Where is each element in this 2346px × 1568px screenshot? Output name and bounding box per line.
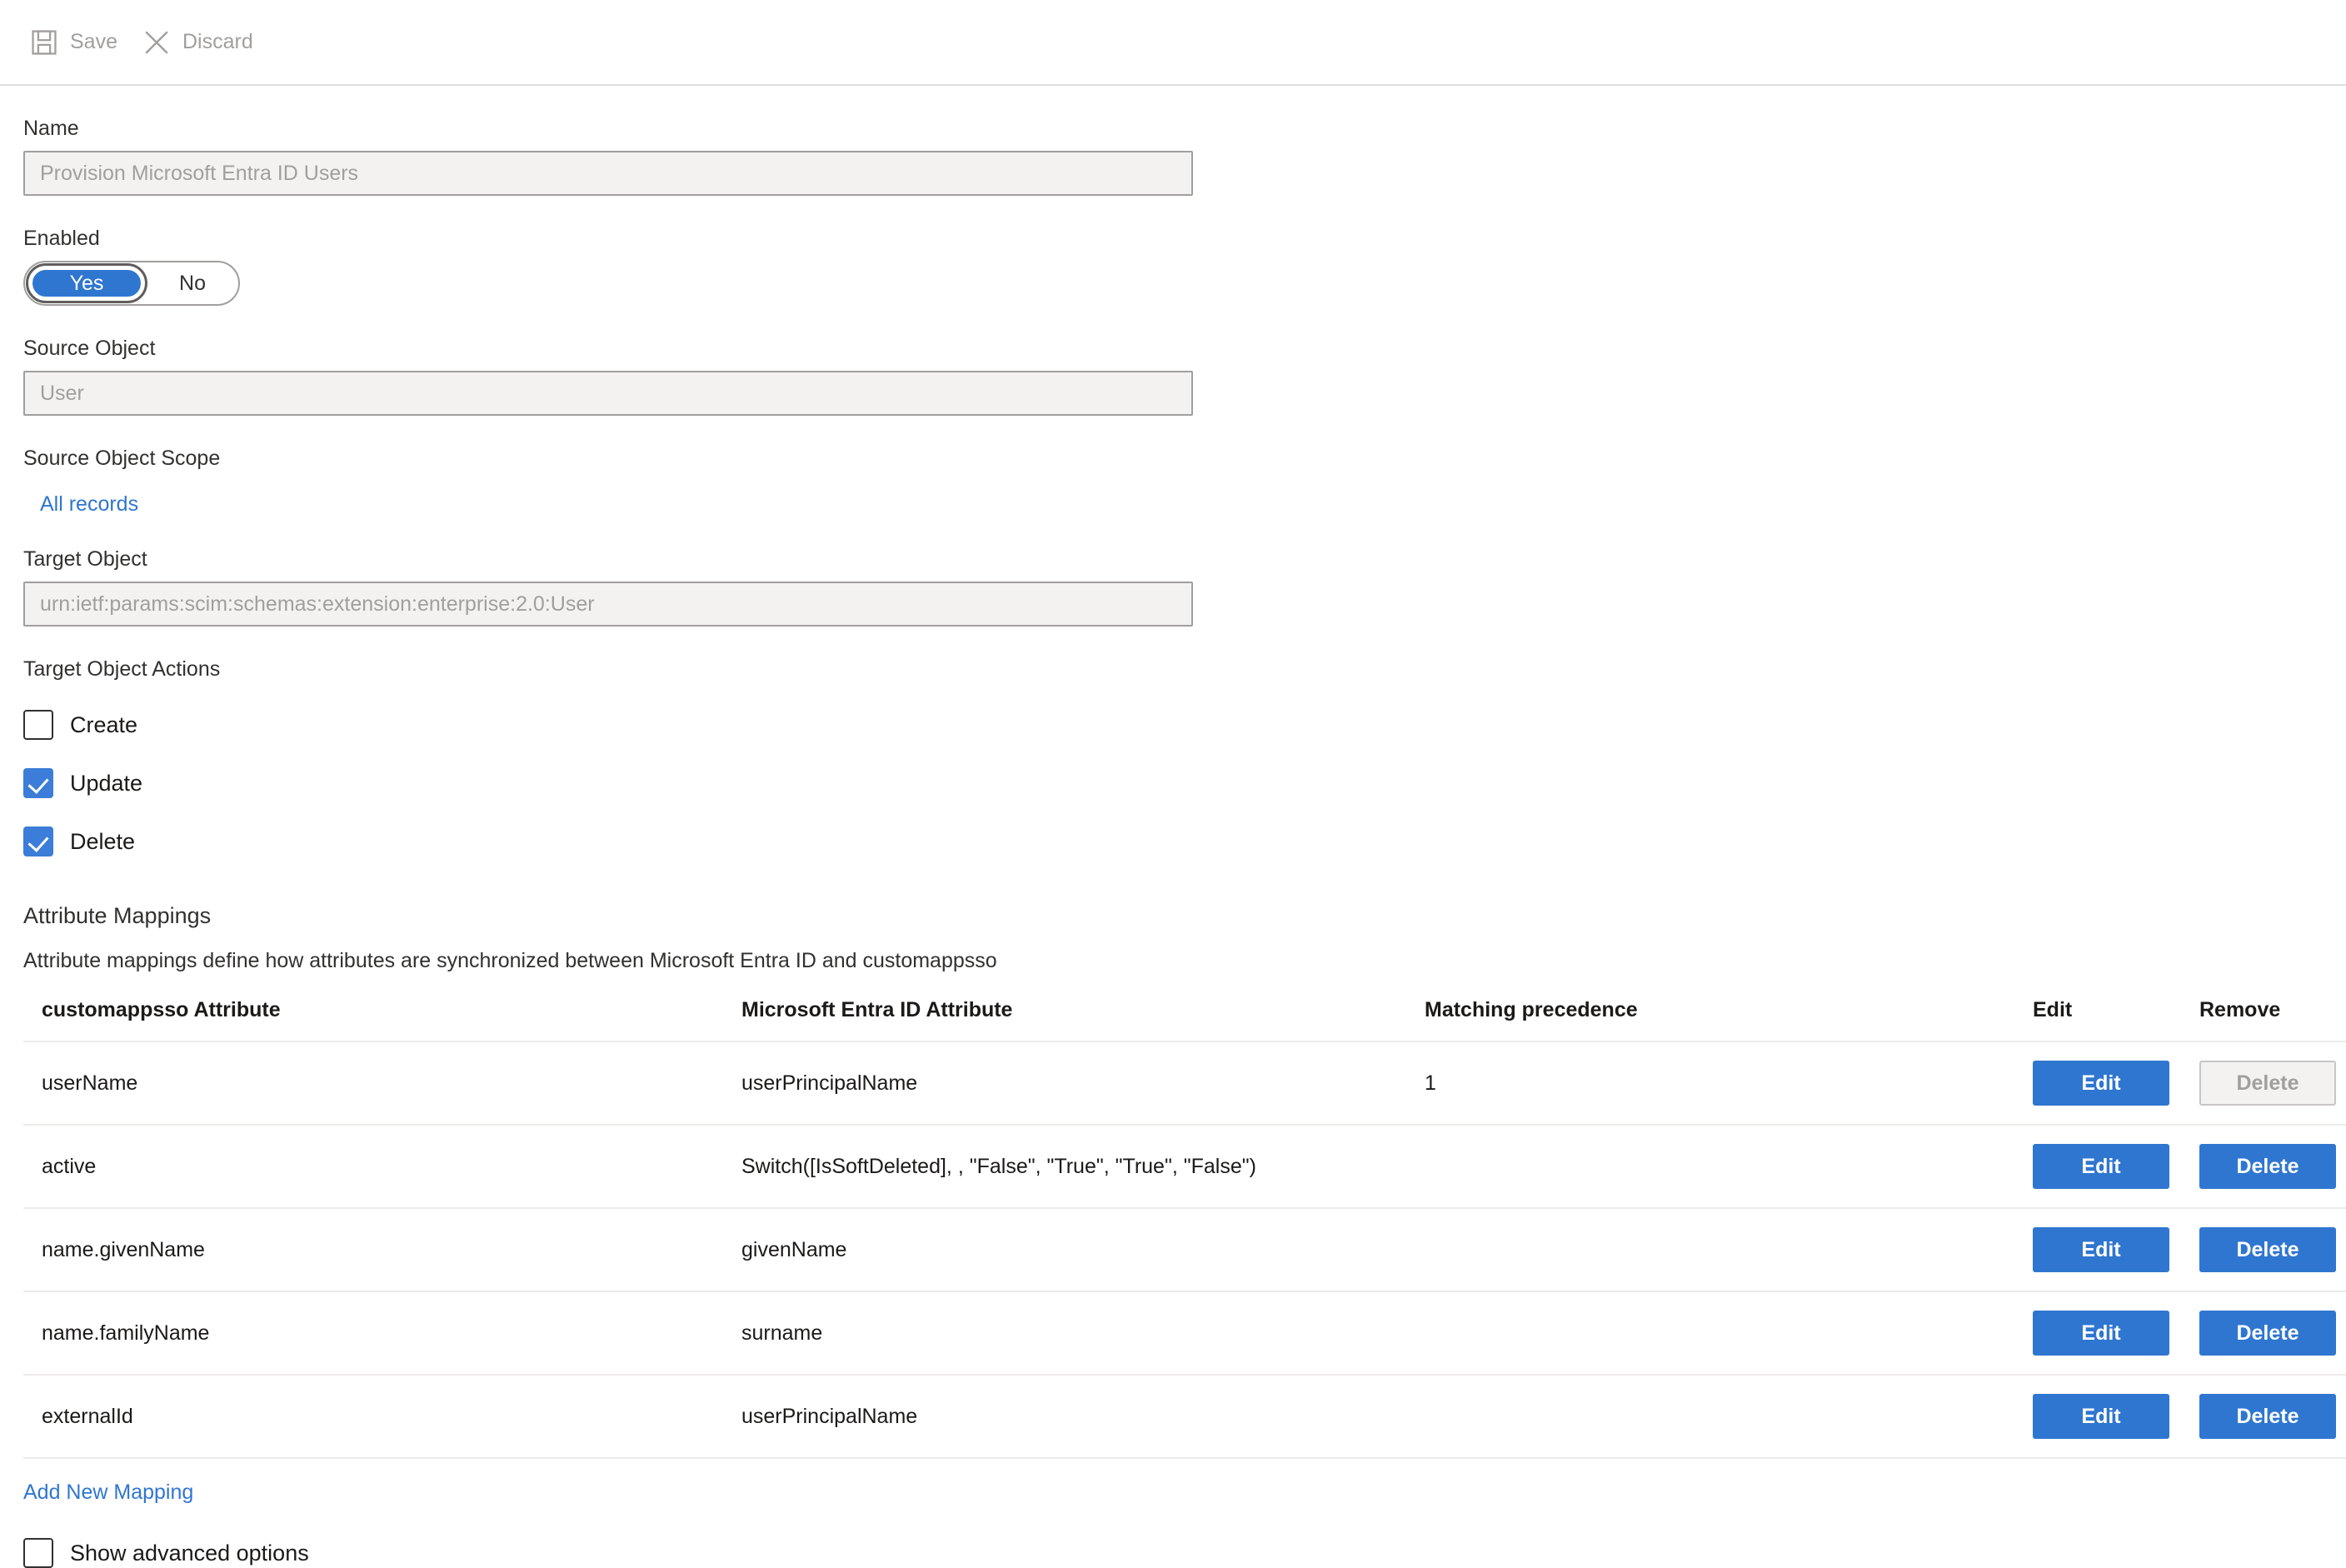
delete-checkbox[interactable] <box>23 826 53 856</box>
edit-button[interactable]: Edit <box>2033 1061 2169 1106</box>
column-header-precedence: Matching precedence <box>1425 998 1638 1021</box>
name-input[interactable]: Provision Microsoft Entra ID Users <box>23 151 1193 196</box>
action-delete-row[interactable]: Delete <box>23 826 2323 856</box>
edit-button[interactable]: Edit <box>2033 1144 2169 1189</box>
name-label: Name <box>23 117 79 140</box>
create-checkbox[interactable] <box>23 710 53 740</box>
cell-matching-precedence <box>1406 1207 2014 1291</box>
show-advanced-options-checkbox[interactable] <box>23 1538 53 1568</box>
save-button[interactable]: Save <box>23 20 136 65</box>
save-icon <box>30 28 58 57</box>
cell-source-attribute: userName <box>23 1041 723 1125</box>
discard-button[interactable]: Discard <box>136 20 272 65</box>
cell-target-attribute: givenName <box>723 1207 1406 1291</box>
attribute-mappings-body: userName userPrincipalName 1 Edit Delete… <box>23 1041 2346 1459</box>
add-new-mapping-link[interactable]: Add New Mapping <box>23 1481 193 1505</box>
create-checkbox-label: Create <box>70 712 138 737</box>
attribute-mappings-table: customappsso Attribute Microsoft Entra I… <box>23 998 2346 1459</box>
column-header-remove: Remove <box>2199 998 2281 1021</box>
table-row: externalId userPrincipalName Edit Delete <box>23 1374 2346 1459</box>
cell-matching-precedence <box>1406 1124 2014 1208</box>
source-object-scope-link[interactable]: All records <box>40 492 138 517</box>
column-header-source: customappsso Attribute <box>42 998 281 1021</box>
cell-source-attribute: name.givenName <box>23 1207 723 1291</box>
target-object-actions-label: Target Object Actions <box>23 657 221 681</box>
cell-target-attribute: userPrincipalName <box>723 1041 1406 1125</box>
cell-source-attribute: name.familyName <box>23 1291 723 1375</box>
attribute-mappings-description: Attribute mappings define how attributes… <box>23 949 997 972</box>
save-button-label: Save <box>70 30 117 53</box>
delete-button[interactable]: Delete <box>2199 1394 2336 1439</box>
table-row: name.familyName surname Edit Delete <box>23 1291 2346 1375</box>
table-header-row: customappsso Attribute Microsoft Entra I… <box>23 998 2346 1041</box>
edit-button[interactable]: Edit <box>2033 1311 2169 1356</box>
show-advanced-options-row[interactable]: Show advanced options <box>23 1538 2323 1568</box>
cell-source-attribute: externalId <box>23 1374 723 1459</box>
delete-button[interactable]: Delete <box>2199 1311 2336 1356</box>
discard-button-label: Discard <box>182 30 253 53</box>
show-advanced-options-label: Show advanced options <box>70 1540 309 1566</box>
cell-matching-precedence <box>1406 1291 2014 1375</box>
command-bar: Save Discard <box>0 0 2346 86</box>
target-object-label: Target Object <box>23 547 147 571</box>
attribute-mappings-title: Attribute Mappings <box>23 903 212 928</box>
edit-button[interactable]: Edit <box>2033 1227 2169 1272</box>
cell-target-attribute: userPrincipalName <box>723 1374 1406 1459</box>
cell-source-attribute: active <box>23 1124 723 1208</box>
delete-button[interactable]: Delete <box>2199 1227 2336 1272</box>
cell-matching-precedence <box>1406 1374 2014 1459</box>
update-checkbox-label: Update <box>70 770 143 796</box>
cell-target-attribute: Switch([IsSoftDeleted], , "False", "True… <box>723 1124 1406 1208</box>
enabled-toggle[interactable]: Yes No <box>23 261 240 306</box>
source-object-label: Source Object <box>23 337 156 360</box>
column-header-target: Microsoft Entra ID Attribute <box>741 998 1013 1021</box>
delete-checkbox-label: Delete <box>70 828 136 854</box>
enabled-toggle-no[interactable]: No <box>147 262 238 304</box>
action-update-row[interactable]: Update <box>23 768 2323 798</box>
source-object-scope-label: Source Object Scope <box>23 447 221 470</box>
table-row: name.givenName givenName Edit Delete <box>23 1207 2346 1291</box>
cell-matching-precedence: 1 <box>1406 1041 2014 1125</box>
column-header-edit: Edit <box>2033 998 2073 1021</box>
delete-button[interactable]: Delete <box>2199 1144 2336 1189</box>
source-object-input[interactable]: User <box>23 371 1193 416</box>
close-icon <box>142 28 171 57</box>
update-checkbox[interactable] <box>23 768 53 798</box>
cell-target-attribute: surname <box>723 1291 1406 1375</box>
table-row: active Switch([IsSoftDeleted], , "False"… <box>23 1124 2346 1208</box>
edit-button[interactable]: Edit <box>2033 1394 2169 1439</box>
enabled-label: Enabled <box>23 227 100 250</box>
mapping-form: Name Provision Microsoft Entra ID Users … <box>0 116 2346 1568</box>
action-create-row[interactable]: Create <box>23 710 2323 740</box>
delete-button: Delete <box>2199 1061 2336 1106</box>
target-object-input[interactable]: urn:ietf:params:scim:schemas:extension:e… <box>23 582 1193 627</box>
enabled-toggle-yes[interactable]: Yes <box>30 267 143 299</box>
table-row: userName userPrincipalName 1 Edit Delete <box>23 1041 2346 1125</box>
